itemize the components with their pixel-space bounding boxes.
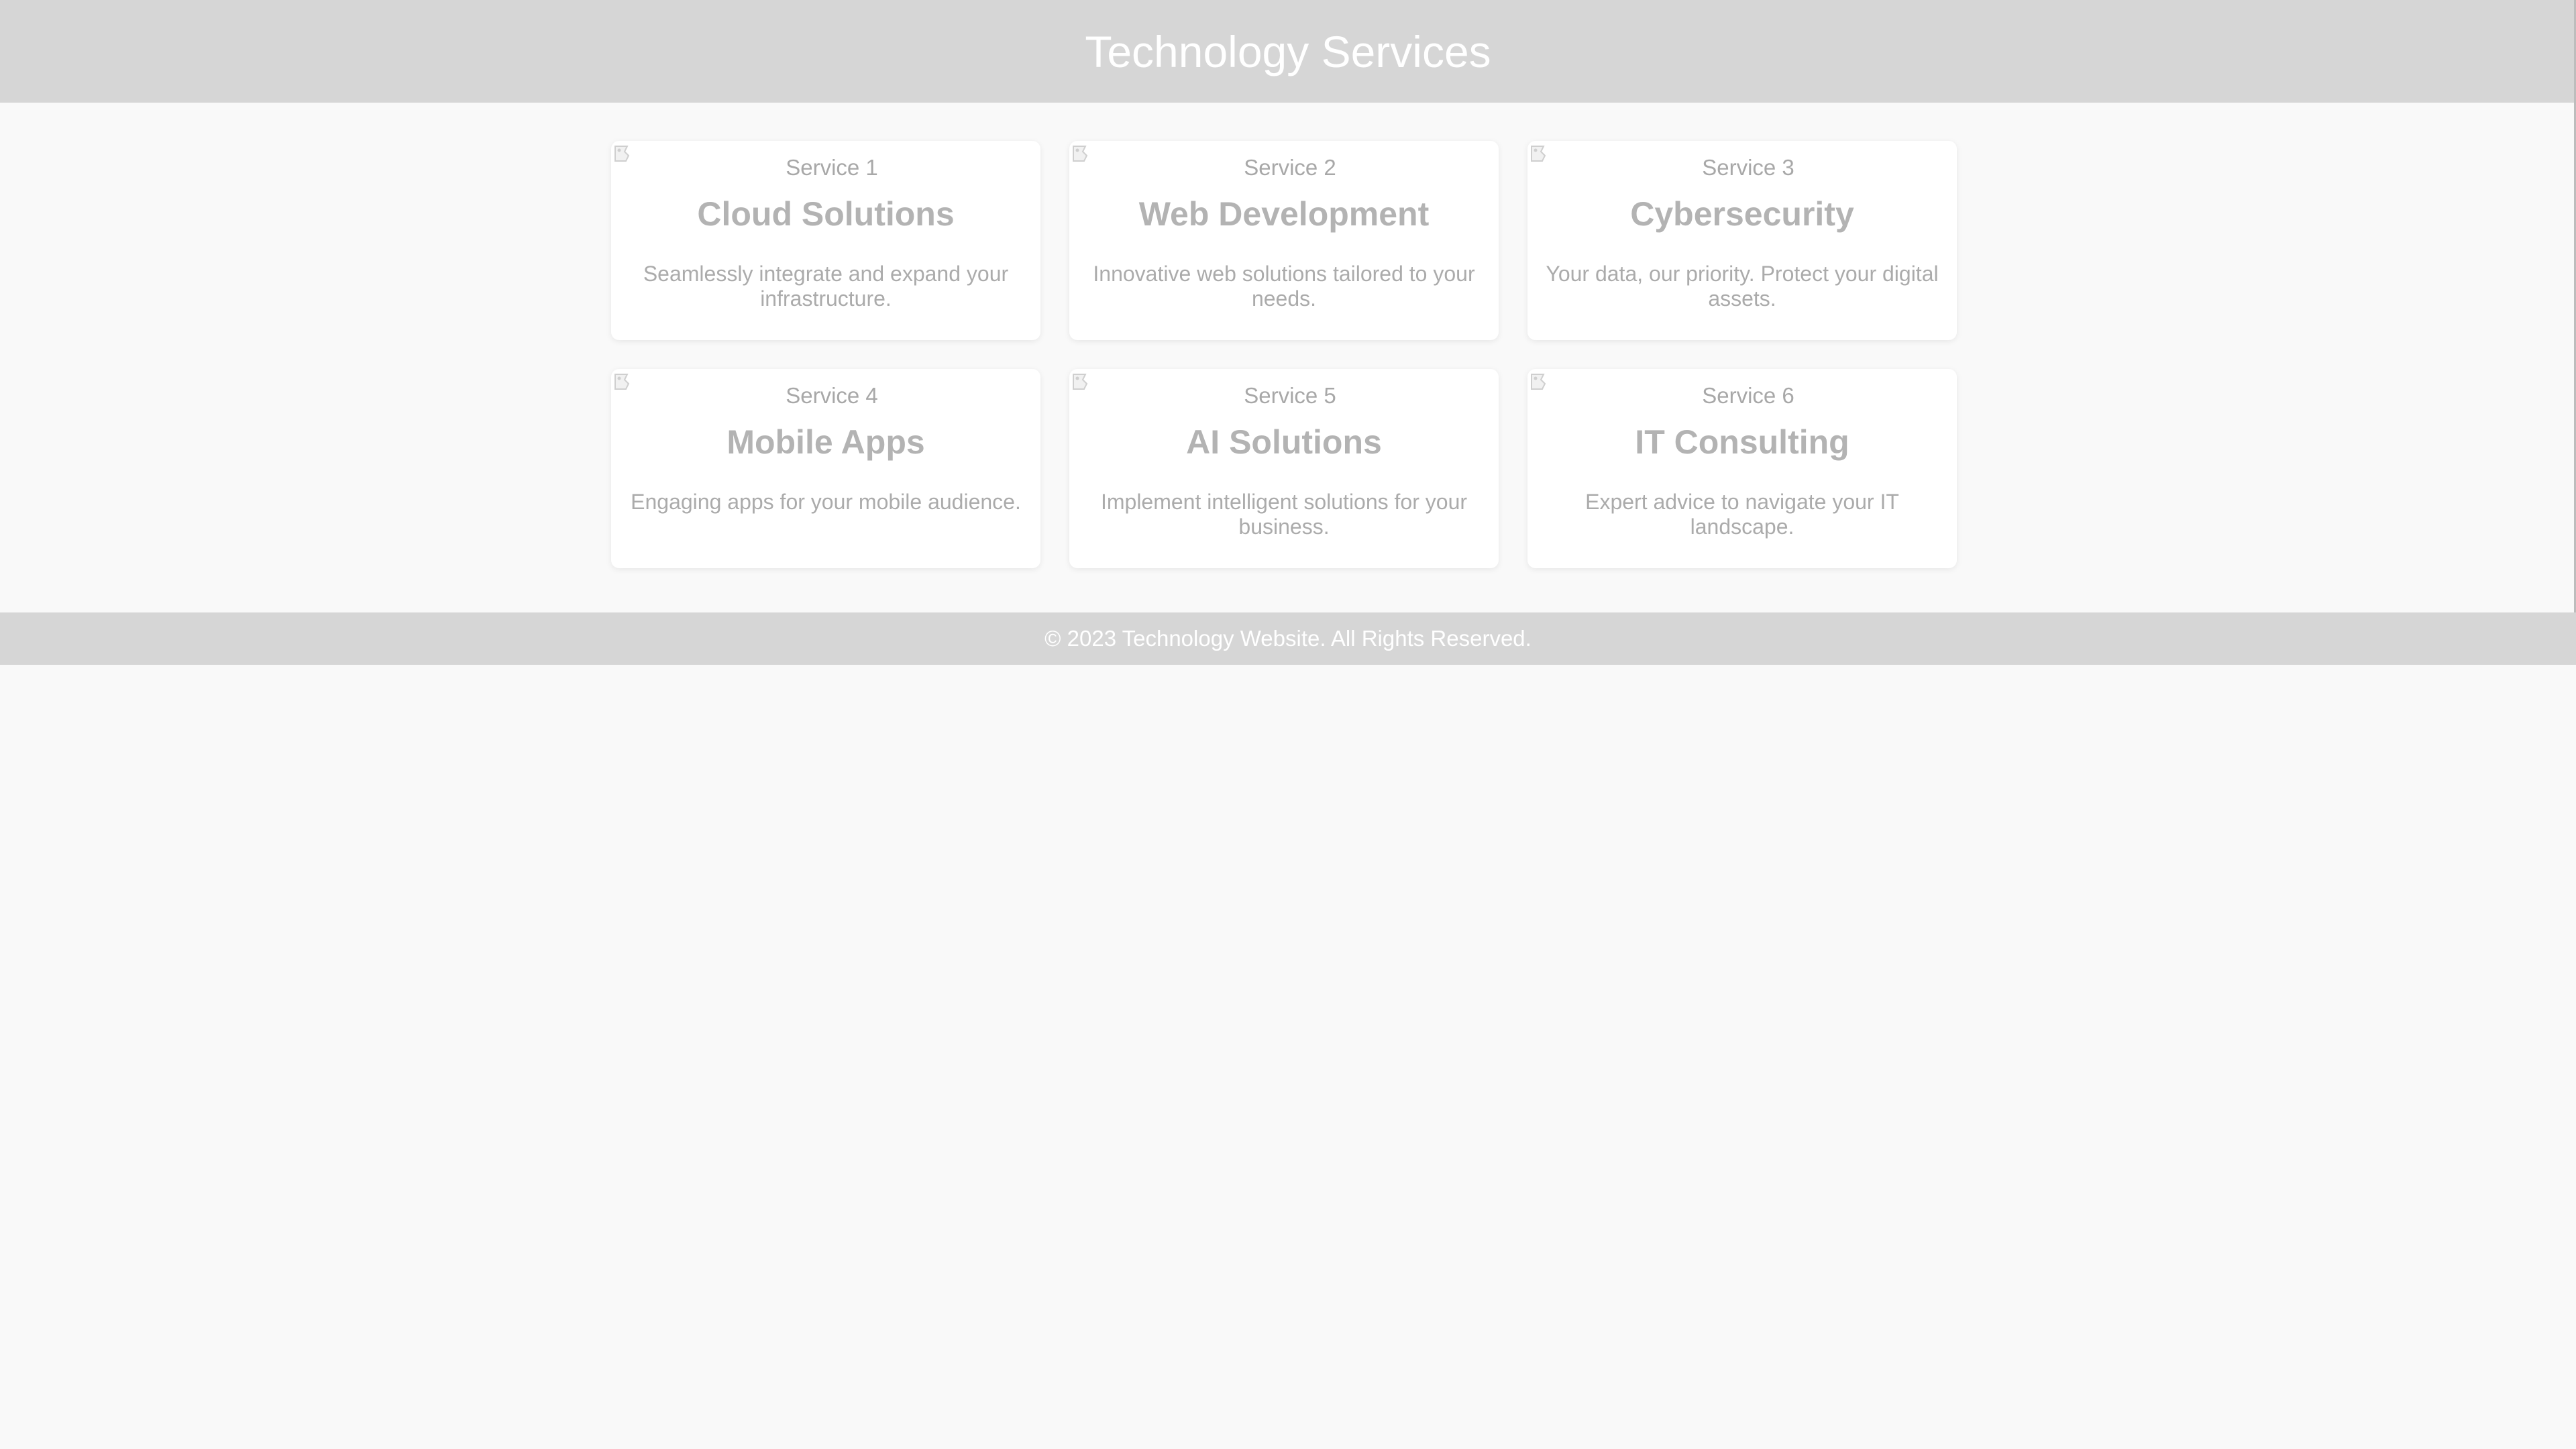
broken-image-icon [1073,374,1088,390]
service-card: Service 1 Cloud Solutions Seamlessly int… [611,141,1040,340]
broken-image-icon [1073,146,1088,162]
service-image-alt: Service 1 [786,155,878,180]
service-description: Implement intelligent solutions for your… [1100,490,1468,539]
service-description: Seamlessly integrate and expand your inf… [643,262,1009,311]
broken-image-icon [1531,374,1546,390]
service-title: AI Solutions [1186,423,1382,461]
service-card: Service 3 Cybersecurity Your data, our p… [1527,141,1957,340]
service-image-alt: Service 5 [1244,383,1336,408]
service-description: Engaging apps for your mobile audience. [631,490,1021,514]
services-grid: Service 1 Cloud Solutions Seamlessly int… [611,141,1961,568]
copyright-text: © 2023 Technology Website. All Rights Re… [1044,626,1532,651]
service-title: Web Development [1138,195,1430,233]
service-card: Service 4 Mobile Apps Engaging apps for … [611,369,1040,568]
site-footer: © 2023 Technology Website. All Rights Re… [0,612,2576,665]
page-title: Technology Services [1085,26,1491,76]
service-description: Expert advice to navigate your IT landsc… [1585,490,1899,539]
service-card: Service 6 IT Consulting Expert advice to… [1527,369,1957,568]
service-image-alt: Service 4 [786,383,878,408]
broken-image-icon [1531,146,1546,162]
service-image-alt: Service 6 [1702,383,1794,408]
service-description: Your data, our priority. Protect your di… [1546,262,1939,311]
broken-image-icon [614,374,630,390]
service-title: Mobile Apps [727,423,925,461]
site-header: Technology Services [0,0,2576,103]
service-title: Cloud Solutions [697,195,955,233]
service-image-alt: Service 2 [1244,155,1336,180]
broken-image-icon [614,146,630,162]
service-card: Service 5 AI Solutions Implement intelli… [1069,369,1499,568]
service-title: IT Consulting [1635,423,1849,461]
service-card: Service 2 Web Development Innovative web… [1069,141,1499,340]
service-description: Innovative web solutions tailored to you… [1093,262,1475,311]
service-image-alt: Service 3 [1702,155,1794,180]
service-title: Cybersecurity [1630,195,1854,233]
